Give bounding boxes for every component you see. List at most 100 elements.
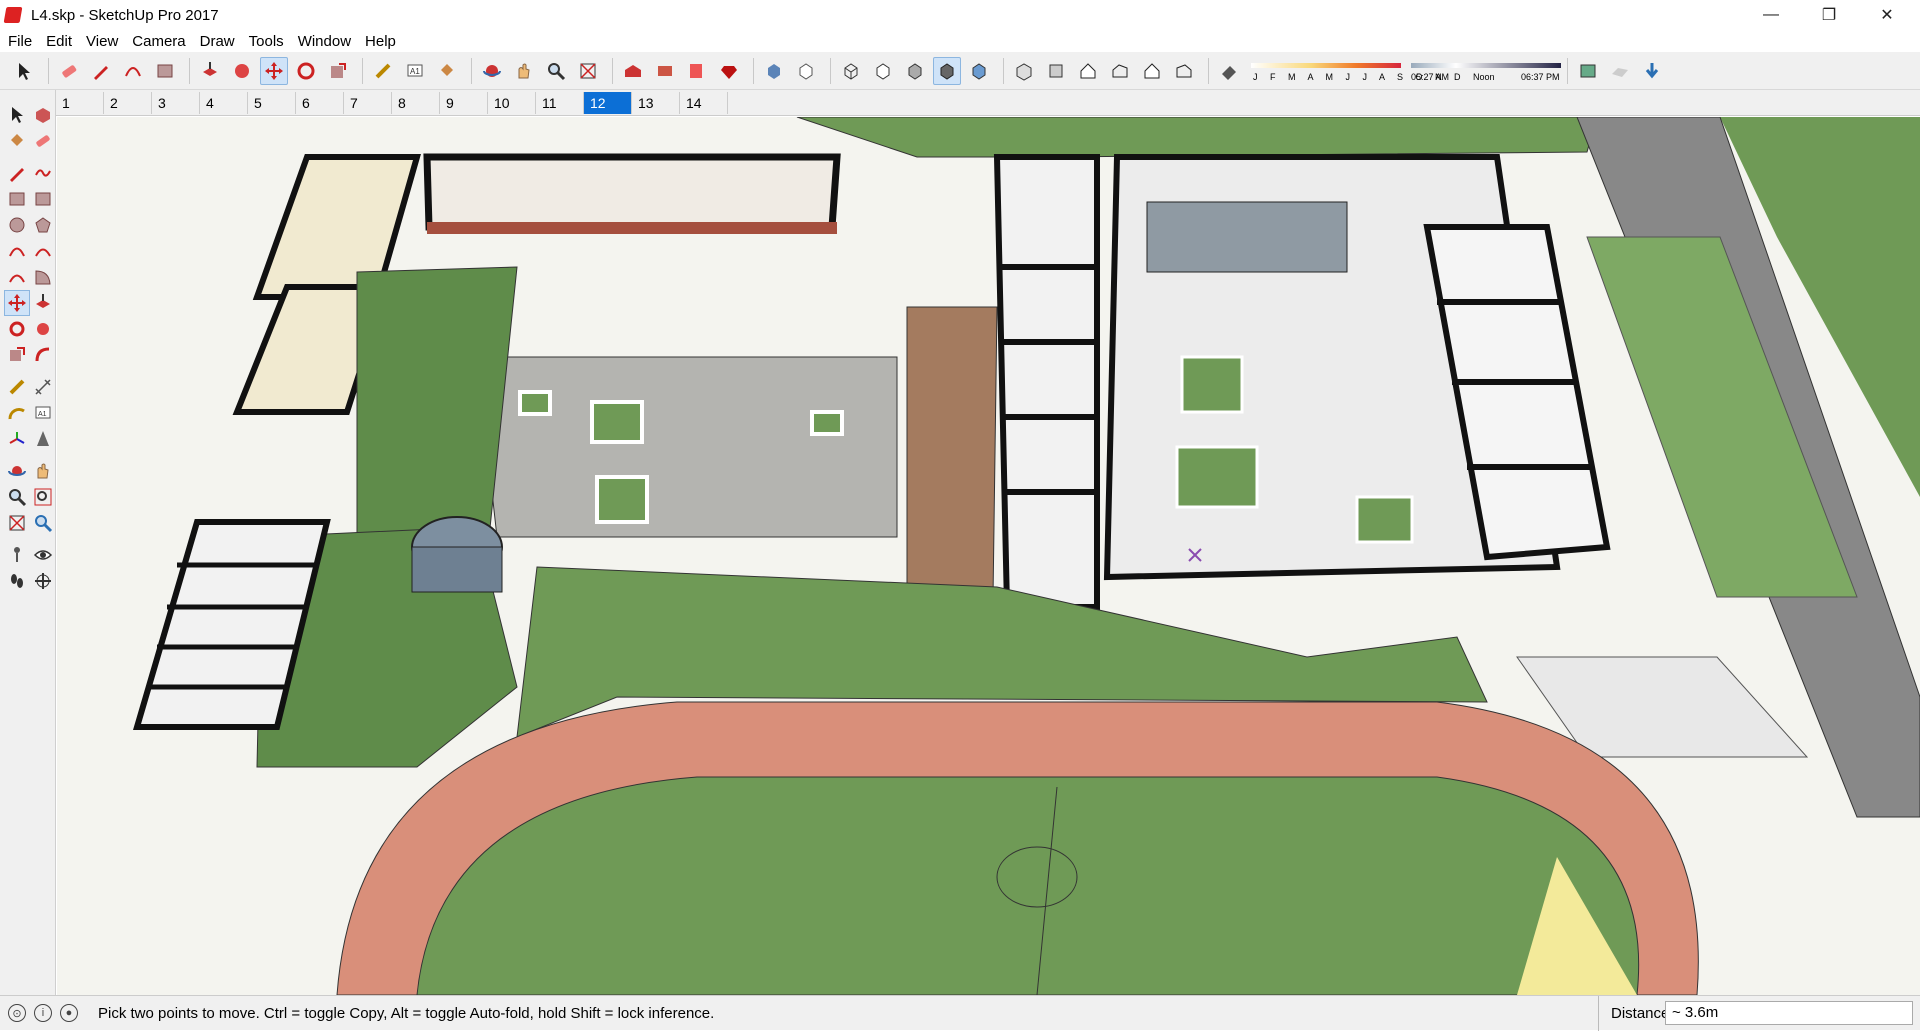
protractor-tool[interactable]	[4, 400, 30, 426]
select-tool[interactable]	[4, 102, 30, 128]
text-tool[interactable]: A1	[30, 400, 56, 426]
arc-tool[interactable]	[4, 238, 30, 264]
zoom-tool[interactable]	[4, 484, 30, 510]
select-tool-button[interactable]	[10, 57, 38, 85]
orbit-tool-button[interactable]	[478, 57, 506, 85]
view-iso-button[interactable]	[1010, 57, 1038, 85]
style-backedges-button[interactable]	[792, 57, 820, 85]
shadows-toggle-button[interactable]	[1215, 57, 1243, 85]
style-wireframe-button[interactable]	[837, 57, 865, 85]
text-tool-button[interactable]: A1	[401, 57, 429, 85]
geo-location-icon[interactable]: ⊙	[8, 1004, 26, 1022]
orbit-tool[interactable]	[4, 458, 30, 484]
scene-tab-1[interactable]: 1	[56, 91, 104, 114]
style-shaded-button[interactable]	[901, 57, 929, 85]
extension-warehouse-button[interactable]	[651, 57, 679, 85]
scene-tab-4[interactable]: 4	[200, 91, 248, 114]
maximize-button[interactable]: ❐	[1800, 0, 1858, 30]
menu-view[interactable]: View	[86, 33, 118, 50]
axes-tool[interactable]	[4, 426, 30, 452]
follow-me-tool[interactable]	[30, 316, 56, 342]
dimension-tool[interactable]	[30, 374, 56, 400]
push-pull-tool[interactable]	[30, 290, 56, 316]
rectangle-tool[interactable]	[4, 186, 30, 212]
3d-warehouse-button[interactable]	[619, 57, 647, 85]
rotated-rectangle-tool[interactable]	[30, 186, 56, 212]
rotate-tool[interactable]	[4, 316, 30, 342]
eraser-tool-button[interactable]	[55, 57, 83, 85]
scene-tab-8[interactable]: 8	[392, 91, 440, 114]
user-account-icon[interactable]: ●	[60, 1004, 78, 1022]
zoom-extents-tool[interactable]	[4, 510, 30, 536]
arc-tool-button[interactable]	[119, 57, 147, 85]
pan-tool[interactable]	[30, 458, 56, 484]
scene-tab-5[interactable]: 5	[248, 91, 296, 114]
close-button[interactable]: ✕	[1858, 0, 1916, 30]
two-point-arc-tool[interactable]	[30, 238, 56, 264]
walk-tool[interactable]	[4, 568, 30, 594]
pie-tool[interactable]	[30, 264, 56, 290]
position-camera-tool[interactable]	[4, 542, 30, 568]
look-around-tool[interactable]	[30, 542, 56, 568]
menu-camera[interactable]: Camera	[132, 33, 185, 50]
add-location-button[interactable]	[1574, 57, 1602, 85]
style-xray-button[interactable]	[760, 57, 788, 85]
view-top-button[interactable]	[1042, 57, 1070, 85]
make-component-tool[interactable]	[30, 102, 56, 128]
offset-tool[interactable]	[30, 342, 56, 368]
style-shaded-textures-button[interactable]	[933, 56, 961, 85]
toggle-terrain-button[interactable]	[1606, 57, 1634, 85]
date-slider[interactable]: J F M A M J J A S O N D	[1251, 58, 1461, 84]
follow-me-tool-button[interactable]	[228, 57, 256, 85]
menu-edit[interactable]: Edit	[46, 33, 72, 50]
scale-tool-button[interactable]	[324, 57, 352, 85]
scale-tool[interactable]	[4, 342, 30, 368]
model-viewport[interactable]	[57, 117, 1920, 995]
layout-button[interactable]	[683, 57, 711, 85]
freehand-tool[interactable]	[30, 160, 56, 186]
view-back-button[interactable]	[1138, 57, 1166, 85]
scene-tab-10[interactable]: 10	[488, 91, 536, 114]
scene-tab-11[interactable]: 11	[536, 91, 584, 114]
eraser-tool[interactable]	[30, 128, 56, 154]
polygon-tool[interactable]	[30, 212, 56, 238]
push-pull-tool-button[interactable]	[196, 57, 224, 85]
paint-bucket-tool[interactable]	[4, 128, 30, 154]
zoom-extents-tool-button[interactable]	[574, 57, 602, 85]
menu-window[interactable]: Window	[298, 33, 351, 50]
ruby-console-button[interactable]	[715, 57, 743, 85]
scene-tab-13[interactable]: 13	[632, 91, 680, 114]
paint-bucket-tool-button[interactable]	[433, 57, 461, 85]
tape-measure-tool-button[interactable]	[369, 57, 397, 85]
photo-texture-button[interactable]	[1638, 57, 1666, 85]
zoom-window-tool[interactable]	[30, 484, 56, 510]
tape-measure-tool[interactable]	[4, 374, 30, 400]
minimize-button[interactable]: —	[1742, 0, 1800, 30]
time-slider[interactable]: 05:27 AM Noon 06:37 PM	[1411, 58, 1561, 84]
scene-tab-14[interactable]: 14	[680, 91, 728, 114]
section-plane-tool[interactable]	[30, 568, 56, 594]
view-front-button[interactable]	[1074, 57, 1102, 85]
line-tool[interactable]	[4, 160, 30, 186]
menu-help[interactable]: Help	[365, 33, 396, 50]
style-monochrome-button[interactable]	[965, 57, 993, 85]
menu-file[interactable]: File	[8, 33, 32, 50]
scene-tab-2[interactable]: 2	[104, 91, 152, 114]
measurements-box[interactable]: ~ 3.6m	[1665, 1001, 1913, 1025]
pan-tool-button[interactable]	[510, 57, 538, 85]
pencil-tool-button[interactable]	[87, 57, 115, 85]
previous-view-tool[interactable]	[30, 510, 56, 536]
credits-icon[interactable]: i	[34, 1004, 52, 1022]
scene-tab-6[interactable]: 6	[296, 91, 344, 114]
style-hidden-line-button[interactable]	[869, 57, 897, 85]
scene-tab-12[interactable]: 12	[584, 91, 632, 114]
view-left-button[interactable]	[1170, 57, 1198, 85]
zoom-tool-button[interactable]	[542, 57, 570, 85]
scene-tab-7[interactable]: 7	[344, 91, 392, 114]
scene-tab-9[interactable]: 9	[440, 91, 488, 114]
3d-text-tool[interactable]	[30, 426, 56, 452]
rotate-tool-button[interactable]	[292, 57, 320, 85]
move-tool-button[interactable]	[260, 56, 288, 85]
view-right-button[interactable]	[1106, 57, 1134, 85]
menu-draw[interactable]: Draw	[200, 33, 235, 50]
